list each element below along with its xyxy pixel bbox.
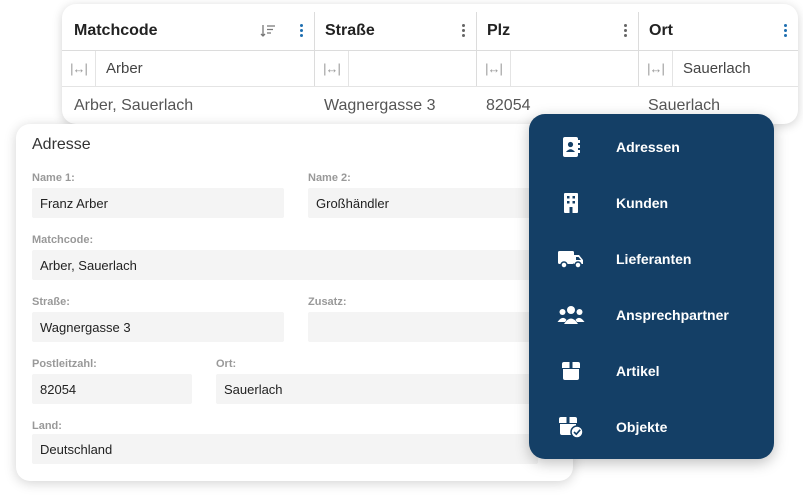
menu-item-kunden[interactable]: Kunden — [529, 183, 774, 223]
data-cell-matchcode: Arber, Sauerlach — [62, 87, 314, 124]
ort-label: Ort: — [216, 358, 237, 370]
column-header-label: Plz — [487, 22, 511, 39]
zusatz-field[interactable] — [308, 312, 538, 342]
matchcode-label: Matchcode: — [32, 234, 94, 246]
filter-input[interactable]: Arber — [96, 60, 143, 77]
column-menu-icon[interactable] — [624, 24, 628, 38]
truck-icon — [557, 247, 585, 271]
column-header-label: Matchcode — [74, 22, 158, 39]
menu-item-ansprechpartner[interactable]: Ansprechpartner — [529, 295, 774, 335]
filter-cell-ort[interactable]: |↔| Sauerlach — [638, 51, 798, 86]
menu-item-adressen[interactable]: Adressen — [529, 127, 774, 167]
navigation-menu: Adressen Kunden Lieferanten Ansprechpart… — [529, 114, 774, 459]
column-resize-icon: |↔| — [477, 51, 511, 86]
column-header-label: Straße — [325, 22, 375, 39]
ort-field[interactable]: Sauerlach — [216, 374, 538, 404]
menu-item-label: Objekte — [616, 419, 668, 435]
strasse-label: Straße: — [32, 296, 70, 308]
cell-text: Sauerlach — [648, 96, 721, 114]
column-menu-icon[interactable] — [784, 24, 788, 38]
column-menu-icon[interactable] — [300, 24, 304, 38]
matchcode-field[interactable]: Arber, Sauerlach — [32, 250, 538, 280]
box-icon — [557, 359, 585, 383]
name2-label: Name 2: — [308, 172, 351, 184]
name1-field[interactable]: Franz Arber — [32, 188, 284, 218]
name2-field[interactable]: Großhändler — [308, 188, 538, 218]
land-label: Land: — [32, 420, 62, 432]
plz-field[interactable]: 82054 — [32, 374, 192, 404]
filter-cell-matchcode[interactable]: |↔| Arber — [62, 51, 314, 86]
menu-item-objekte[interactable]: Objekte — [529, 407, 774, 447]
grid-header-row: Matchcode Straße Plz Ort — [62, 12, 798, 51]
land-field[interactable]: Deutschland — [32, 434, 538, 464]
data-cell-strasse: Wagnergasse 3 — [314, 87, 476, 124]
column-resize-icon: |↔| — [639, 51, 673, 86]
name1-label: Name 1: — [32, 172, 75, 184]
strasse-field[interactable]: Wagnergasse 3 — [32, 312, 284, 342]
form-title: Adresse — [32, 136, 91, 153]
column-header-plz[interactable]: Plz — [476, 12, 638, 50]
address-grid: Matchcode Straße Plz Ort |↔| Arber |↔| |… — [62, 4, 798, 124]
filter-cell-strasse[interactable]: |↔| — [314, 51, 476, 86]
grid-filter-row: |↔| Arber |↔| |↔| |↔| Sauerlach — [62, 51, 798, 87]
menu-item-label: Adressen — [616, 139, 680, 155]
sort-icon[interactable] — [260, 24, 276, 38]
address-book-icon — [557, 135, 585, 159]
plz-label: Postleitzahl: — [32, 358, 97, 370]
menu-item-label: Kunden — [616, 195, 669, 211]
cell-text: Arber, Sauerlach — [74, 96, 194, 114]
filter-cell-plz[interactable]: |↔| — [476, 51, 638, 86]
column-header-label: Ort — [649, 22, 673, 39]
menu-item-lieferanten[interactable]: Lieferanten — [529, 239, 774, 279]
menu-item-label: Artikel — [616, 363, 660, 379]
column-resize-icon: |↔| — [62, 51, 96, 86]
column-header-strasse[interactable]: Straße — [314, 12, 476, 50]
address-form: Adresse Name 1: Franz Arber Name 2: Groß… — [16, 124, 573, 481]
users-icon — [557, 303, 585, 327]
cell-text: 82054 — [486, 96, 531, 114]
zusatz-label: Zusatz: — [308, 296, 347, 308]
box-check-icon — [557, 415, 585, 439]
building-icon — [557, 191, 585, 215]
column-resize-icon: |↔| — [315, 51, 349, 86]
menu-item-label: Ansprechpartner — [616, 307, 729, 323]
cell-text: Wagnergasse 3 — [324, 96, 436, 114]
menu-item-artikel[interactable]: Artikel — [529, 351, 774, 391]
column-header-ort[interactable]: Ort — [638, 12, 798, 50]
column-header-matchcode[interactable]: Matchcode — [62, 12, 314, 50]
filter-input[interactable]: Sauerlach — [673, 60, 751, 77]
column-menu-icon[interactable] — [462, 24, 466, 38]
menu-item-label: Lieferanten — [616, 251, 692, 267]
